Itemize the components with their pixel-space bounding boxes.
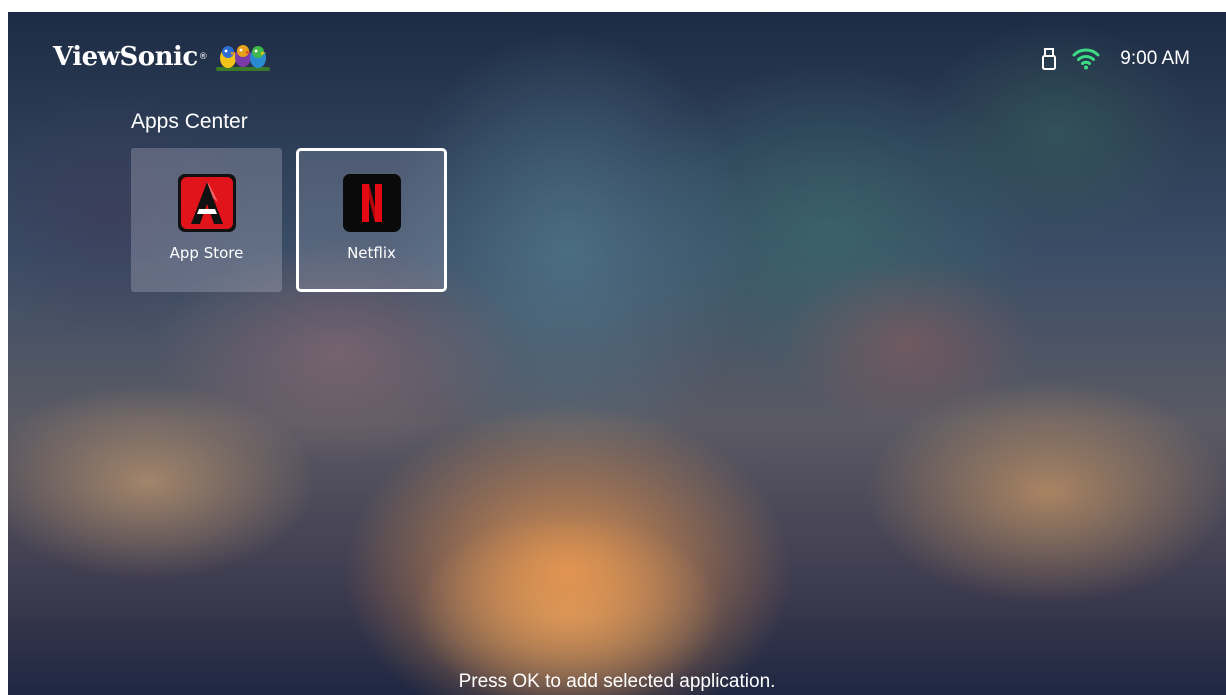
three-birds-logo-icon	[215, 45, 270, 71]
app-tile-netflix[interactable]: Netflix	[296, 148, 447, 292]
usb-icon	[1042, 48, 1057, 70]
netflix-icon	[342, 174, 401, 232]
app-tile-app-store[interactable]: App Store	[131, 148, 282, 292]
footer-hint: Press OK to add selected application.	[458, 671, 776, 692]
app-store-icon	[177, 174, 236, 232]
apps-center-title: Apps Center	[131, 110, 248, 133]
registered-mark: ®	[198, 52, 208, 62]
brand-logo: ViewSonic ®	[53, 40, 272, 74]
app-tile-label: Netflix	[347, 244, 396, 262]
status-area: 9:00 AM	[1042, 48, 1190, 70]
clock: 9:00 AM	[1120, 48, 1190, 69]
tv-screen: ViewSonic ® 9:00 AM Apps Center App Stor…	[8, 12, 1226, 695]
top-bar: ViewSonic ® 9:00 AM	[8, 12, 1226, 112]
wifi-icon	[1072, 48, 1100, 70]
brand-name: ViewSonic	[53, 42, 198, 72]
app-tile-label: App Store	[169, 244, 244, 262]
